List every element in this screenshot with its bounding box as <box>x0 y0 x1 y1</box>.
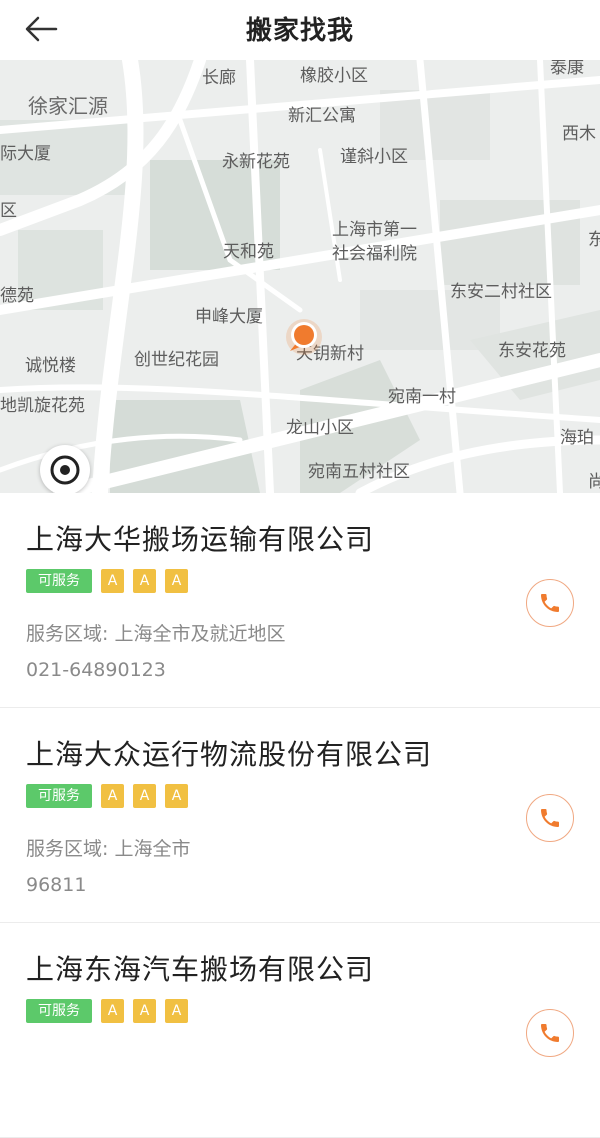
app-header: 搬家找我 <box>0 0 600 60</box>
badge-row: 可服务 A A A <box>26 999 188 1023</box>
company-list: 上海大华搬场运输有限公司 可服务 A A A 服务区域: 上海全市及就近地区 0… <box>0 493 600 1138</box>
map-label: 天和苑 <box>223 242 274 262</box>
map-label: 创世纪花园 <box>134 350 219 370</box>
rating-badge: A <box>133 784 156 808</box>
map-label: 东安花苑 <box>498 341 566 361</box>
map-label: 地凯旋花苑 <box>0 396 85 416</box>
map-label: 区 <box>0 201 17 221</box>
phone-icon <box>541 594 559 612</box>
map-label: 海珀 <box>560 428 594 448</box>
map-label: 际大厦 <box>0 144 51 164</box>
map-label: 龙山小区 <box>286 418 354 438</box>
map-label: 宛南五村社区 <box>308 462 410 482</box>
rating-badge: A <box>133 569 156 593</box>
map-label: 东 <box>588 230 600 250</box>
map-label: 泰康 <box>550 60 584 78</box>
map-label: 西木 <box>562 124 596 144</box>
location-pin-icon <box>280 315 330 365</box>
company-card[interactable]: 上海大华搬场运输有限公司 可服务 A A A 服务区域: 上海全市及就近地区 0… <box>0 493 600 708</box>
rating-badge: A <box>101 784 124 808</box>
phone-icon <box>541 809 559 827</box>
map-label: 徐家汇源 <box>28 94 108 118</box>
locate-button[interactable] <box>40 445 90 493</box>
map-label: 申峰大厦 <box>195 307 263 327</box>
service-area: 服务区域: 上海全市 <box>26 838 191 860</box>
map-label: 德苑 <box>0 286 34 306</box>
map-label: 长廊 <box>202 68 236 88</box>
map-label: 橡胶小区 <box>300 66 368 86</box>
call-button[interactable] <box>526 1009 574 1057</box>
map-label: 宛南一村 <box>388 387 456 407</box>
map-view[interactable]: 长廊 橡胶小区 泰康 徐家汇源 新汇公寓 西木 际大厦 永新花苑 谨斜小区 区 … <box>0 60 600 493</box>
rating-badge: A <box>101 999 124 1023</box>
map-label: 上海市第一 <box>332 220 417 240</box>
company-card[interactable]: 上海东海汽车搬场有限公司 可服务 A A A <box>0 923 600 1138</box>
map-label: 新汇公寓 <box>288 106 356 126</box>
rating-badge: A <box>133 999 156 1023</box>
company-name: 上海东海汽车搬场有限公司 <box>26 953 375 986</box>
map-label: 永新花苑 <box>222 152 290 172</box>
map-label: 尚 <box>588 472 600 492</box>
service-area: 服务区域: 上海全市及就近地区 <box>26 623 286 645</box>
page-title: 搬家找我 <box>245 16 354 46</box>
phone-icon <box>541 1024 559 1042</box>
map-label: 谨斜小区 <box>340 147 408 167</box>
map-label: 诚悦楼 <box>25 356 76 376</box>
locate-icon <box>50 455 80 485</box>
status-badge: 可服务 <box>26 569 92 593</box>
badge-row: 可服务 A A A <box>26 569 188 593</box>
map-label: 东安二村社区 <box>450 282 552 302</box>
phone-number: 021-64890123 <box>26 659 166 681</box>
company-card[interactable]: 上海大众运行物流股份有限公司 可服务 A A A 服务区域: 上海全市 9681… <box>0 708 600 923</box>
map-label: 社会福利院 <box>332 244 417 264</box>
rating-badge: A <box>101 569 124 593</box>
phone-number: 96811 <box>26 874 87 896</box>
company-name: 上海大华搬场运输有限公司 <box>26 523 375 556</box>
badge-row: 可服务 A A A <box>26 784 188 808</box>
company-name: 上海大众运行物流股份有限公司 <box>26 738 433 771</box>
status-badge: 可服务 <box>26 999 92 1023</box>
status-badge: 可服务 <box>26 784 92 808</box>
call-button[interactable] <box>526 794 574 842</box>
rating-badge: A <box>165 569 188 593</box>
rating-badge: A <box>165 999 188 1023</box>
call-button[interactable] <box>526 579 574 627</box>
rating-badge: A <box>165 784 188 808</box>
